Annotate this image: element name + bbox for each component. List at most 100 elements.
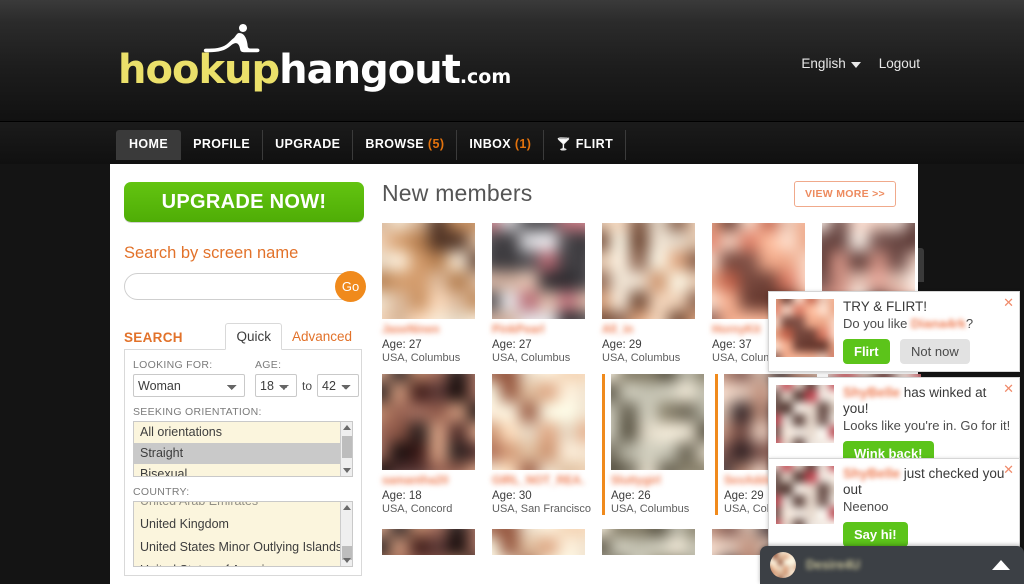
flirt-notification[interactable]: ✕ TRY & FLIRT! Do you like Diana4rk? Fli… bbox=[768, 291, 1020, 372]
cocktail-glass-icon: 🍸 bbox=[556, 137, 572, 151]
notification-question: Do you like Diana4rk? bbox=[843, 316, 1012, 332]
notification-body: ✕ ShyBelle has winked at you! Looks like… bbox=[843, 382, 1014, 466]
close-icon[interactable]: ✕ bbox=[1003, 296, 1014, 309]
avatar[interactable] bbox=[770, 552, 796, 578]
member-username[interactable]: samantha20 bbox=[382, 475, 475, 489]
member-card[interactable]: Sluttygirl Age: 26 USA, Columbus bbox=[602, 374, 704, 515]
flirt-button[interactable]: Flirt bbox=[843, 339, 890, 364]
scroll-up-icon[interactable] bbox=[343, 425, 351, 430]
orientation-option[interactable]: Bisexual bbox=[134, 464, 352, 476]
nav-tab-label: UPGRADE bbox=[275, 137, 341, 151]
tab-advanced[interactable]: Advanced bbox=[282, 324, 362, 349]
looking-for-label: LOOKING FOR: bbox=[133, 359, 213, 371]
looking-for-group: LOOKING FOR: Woman bbox=[133, 359, 245, 397]
member-age: Age: 30 bbox=[492, 490, 532, 502]
country-listbox[interactable]: United Arab Emirates United Kingdom United… bbox=[133, 501, 353, 567]
member-photo[interactable] bbox=[382, 374, 475, 470]
member-photo[interactable] bbox=[382, 223, 475, 319]
scrollbar-thumb[interactable] bbox=[342, 436, 352, 458]
age-to-select[interactable]: 42 bbox=[317, 374, 360, 397]
nav-tab-profile[interactable]: PROFILE bbox=[181, 130, 264, 160]
nav-tab-flirt[interactable]: 🍸 FLIRT bbox=[544, 130, 627, 160]
looking-for-select[interactable]: Woman bbox=[133, 374, 245, 397]
logo-text-part2: hangout bbox=[279, 47, 461, 93]
country-label: COUNTRY: bbox=[133, 486, 190, 498]
orientation-option[interactable]: Straight bbox=[134, 443, 352, 464]
nav-tab-count: (1) bbox=[511, 137, 532, 151]
page-root: hookuphangout.com English Logout HOME PRO… bbox=[0, 0, 1024, 584]
tab-quick[interactable]: Quick bbox=[225, 323, 282, 350]
member-username[interactable]: PinkPearl bbox=[492, 324, 585, 338]
notification-subtext: Looks like you're in. Go for it! bbox=[843, 418, 1011, 433]
say-hi-button[interactable]: Say hi! bbox=[843, 522, 908, 547]
member-card[interactable]: PinkPearl Age: 27 USA, Columbus bbox=[492, 223, 585, 364]
notification-photo[interactable] bbox=[776, 466, 834, 524]
member-card[interactable]: samantha20 Age: 18 USA, Concord bbox=[382, 374, 475, 515]
member-photo[interactable] bbox=[602, 529, 695, 555]
member-card[interactable]: All_in Age: 29 USA, Columbus bbox=[602, 223, 695, 364]
scrollbar[interactable] bbox=[340, 502, 352, 566]
logo-wordmark: hookuphangout.com bbox=[118, 50, 511, 90]
member-location: USA, Columbus bbox=[602, 352, 681, 364]
country-option[interactable]: United States of America bbox=[134, 559, 352, 566]
member-username[interactable]: Sluttygirl bbox=[611, 475, 698, 489]
chevron-up-icon[interactable] bbox=[992, 560, 1010, 570]
member-photo[interactable] bbox=[492, 529, 585, 555]
country-group: COUNTRY: United Arab Emirates United King… bbox=[133, 486, 353, 567]
view-more-button[interactable]: VIEW MORE >> bbox=[793, 180, 896, 207]
member-age: Age: 29 bbox=[602, 339, 642, 351]
member-location: USA, Columbus bbox=[492, 352, 571, 364]
country-option[interactable]: United Arab Emirates bbox=[134, 502, 352, 513]
chevron-down-icon bbox=[850, 61, 861, 68]
member-location: USA, Concord bbox=[382, 503, 453, 515]
upgrade-now-button[interactable]: UPGRADE NOW! bbox=[124, 182, 364, 222]
scrollbar[interactable] bbox=[340, 422, 352, 476]
logout-link[interactable]: Logout bbox=[879, 56, 920, 71]
search-mode-tabs: SEARCH Quick Advanced bbox=[124, 322, 362, 350]
member-username[interactable]: GIRL_NOT_REA... bbox=[492, 475, 585, 489]
header-actions: English Logout bbox=[801, 56, 920, 71]
not-now-button[interactable]: Not now bbox=[900, 339, 970, 364]
member-photo[interactable] bbox=[611, 374, 704, 470]
country-option[interactable]: United Kingdom bbox=[134, 513, 352, 536]
close-icon[interactable]: ✕ bbox=[1003, 463, 1014, 476]
logout-label: Logout bbox=[878, 56, 920, 71]
member-username[interactable]: All_in bbox=[602, 324, 695, 338]
nav-tab-upgrade[interactable]: UPGRADE bbox=[263, 130, 354, 160]
member-card[interactable]: JaseNinen Age: 27 USA, Columbus bbox=[382, 223, 475, 364]
question-suffix: ? bbox=[965, 316, 974, 331]
nav-tab-inbox[interactable]: INBOX (1) bbox=[457, 130, 545, 160]
nav-tab-browse[interactable]: BROWSE (5) bbox=[353, 130, 458, 160]
orientation-listbox[interactable]: All orientations Straight Bisexual bbox=[133, 421, 353, 477]
member-photo[interactable] bbox=[382, 529, 475, 555]
orientation-group: SEEKING ORIENTATION: All orientations Str… bbox=[133, 406, 353, 477]
search-input[interactable] bbox=[124, 273, 362, 300]
search-go-button[interactable]: Go bbox=[335, 271, 366, 302]
member-card[interactable]: GIRL_NOT_REA... Age: 30 USA, San Francisco bbox=[492, 374, 591, 515]
language-label: English bbox=[801, 56, 846, 71]
country-option[interactable]: United States Minor Outlying Islands bbox=[134, 536, 352, 559]
orientation-option[interactable]: All orientations bbox=[134, 422, 352, 443]
notification-headline: ShyBelle has winked at you! bbox=[843, 385, 1012, 417]
language-selector[interactable]: English bbox=[801, 56, 861, 71]
member-photo[interactable] bbox=[602, 223, 695, 319]
site-logo[interactable]: hookuphangout.com bbox=[118, 24, 511, 96]
member-photo[interactable] bbox=[492, 223, 585, 319]
notification-photo[interactable] bbox=[776, 299, 834, 357]
member-photo[interactable] bbox=[492, 374, 585, 470]
nav-tab-home[interactable]: HOME bbox=[116, 130, 182, 160]
notification-photo[interactable] bbox=[776, 385, 834, 443]
scroll-up-icon[interactable] bbox=[343, 505, 351, 510]
member-age: Age: 26 bbox=[611, 490, 651, 502]
age-from-select[interactable]: 18 bbox=[255, 374, 297, 397]
notification-body: ✕ ShyBelle just checked you out Neenoo S… bbox=[843, 463, 1014, 547]
scroll-down-icon[interactable] bbox=[343, 558, 351, 563]
scroll-down-icon[interactable] bbox=[343, 468, 351, 473]
member-username[interactable]: JaseNinen bbox=[382, 324, 475, 338]
nav-tab-list: HOME PROFILE UPGRADE BROWSE (5) INBOX (1) 🍸 FL… bbox=[116, 130, 627, 160]
screen-name-search: Go bbox=[124, 271, 366, 302]
chat-bar[interactable]: Desire4U bbox=[760, 546, 1024, 584]
close-icon[interactable]: ✕ bbox=[1003, 382, 1014, 395]
age-group: AGE: 18 to 42 bbox=[255, 359, 360, 397]
profile-view-notification[interactable]: ✕ ShyBelle just checked you out Neenoo S… bbox=[768, 458, 1020, 555]
